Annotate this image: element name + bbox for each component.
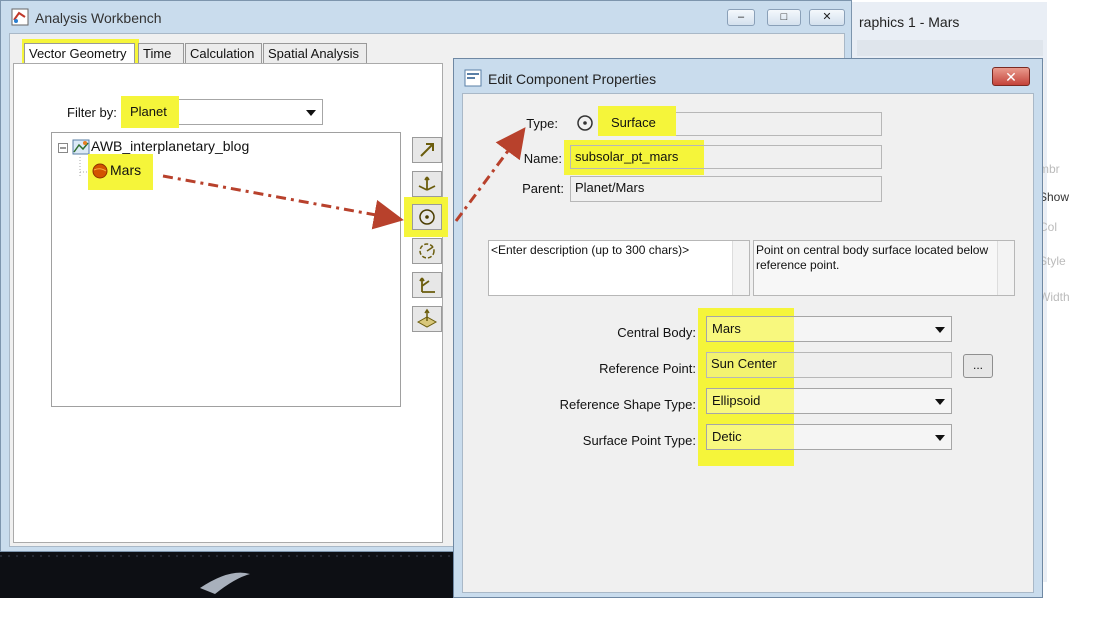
close-button[interactable]: ✕ [809, 9, 845, 26]
planet-mars-icon [92, 163, 108, 179]
tree-item-mars[interactable]: Mars [110, 162, 141, 178]
reference-shape-select[interactable]: Ellipsoid [706, 388, 952, 414]
earth-limb-icon [0, 555, 460, 594]
graphics-window-title: raphics 1 - Mars [859, 14, 960, 30]
central-body-label: Central Body: [617, 325, 696, 340]
surface-point-select[interactable]: Detic [706, 424, 952, 450]
tab-time[interactable]: Time [138, 43, 184, 64]
minimize-button[interactable]: – [727, 9, 755, 26]
side-label: Show [1039, 190, 1070, 204]
surface-point-value: Detic [712, 429, 742, 444]
scrollbar[interactable] [732, 241, 749, 295]
description-info: Point on central body surface located be… [753, 240, 1015, 296]
dialog-title: Edit Component Properties [488, 71, 657, 87]
description-input[interactable]: <Enter description (up to 300 chars)> [488, 240, 750, 296]
filter-select[interactable]: Planet [121, 96, 323, 128]
point-type-icon [577, 115, 593, 131]
surface-point-label: Surface Point Type: [582, 433, 696, 448]
reference-point-label: Reference Point: [599, 361, 696, 376]
maximize-button[interactable]: □ [767, 9, 801, 26]
vector-icon[interactable] [412, 137, 442, 163]
type-label: Type: [526, 116, 558, 131]
plane-icon[interactable] [412, 306, 442, 332]
tab-vector-geometry[interactable]: Vector Geometry [24, 43, 135, 64]
side-label: Style [1039, 254, 1066, 268]
chevron-down-icon [306, 110, 316, 116]
filter-value: Planet [130, 104, 167, 119]
tree-root-label[interactable]: AWB_interplanetary_blog [91, 138, 249, 154]
axes-icon[interactable] [412, 171, 442, 197]
window-title: Analysis Workbench [35, 10, 162, 26]
reference-shape-value: Ellipsoid [712, 393, 761, 408]
space-view [0, 548, 460, 598]
reference-point-browse-button[interactable]: ... [963, 354, 993, 378]
name-label: Name: [523, 151, 562, 166]
name-value: subsolar_pt_mars [575, 149, 679, 164]
graphics-toolbar[interactable] [857, 40, 1043, 56]
point-icon[interactable] [412, 204, 442, 230]
parent-value: Planet/Mars [575, 180, 645, 195]
parent-field: Planet/Mars [570, 176, 882, 202]
parent-label: Parent: [522, 181, 564, 196]
angle-icon[interactable] [412, 238, 442, 264]
name-input[interactable]: subsolar_pt_mars [570, 145, 882, 169]
tab-calculation[interactable]: Calculation [185, 43, 262, 64]
reference-point-field: Sun Center [706, 352, 952, 378]
description-placeholder: <Enter description (up to 300 chars)> [491, 243, 690, 257]
dialog-close-button[interactable]: ✕ [992, 67, 1030, 86]
chevron-down-icon [935, 435, 945, 441]
tab-spatial-analysis[interactable]: Spatial Analysis [263, 43, 367, 64]
reference-shape-label: Reference Shape Type: [559, 397, 696, 412]
filter-label: Filter by: [67, 105, 117, 120]
type-value: Surface [611, 115, 656, 130]
system-icon[interactable] [412, 272, 442, 298]
side-label: Width [1039, 290, 1070, 304]
chevron-down-icon [935, 327, 945, 333]
scrollbar[interactable] [997, 241, 1014, 295]
component-tree[interactable]: AWB_interplanetary_blog Mars [51, 132, 401, 407]
description-info-text: Point on central body surface located be… [756, 243, 989, 272]
workbench-logo-icon [11, 8, 29, 26]
dialog-icon [464, 69, 482, 87]
chevron-down-icon [935, 399, 945, 405]
central-body-value: Mars [712, 321, 741, 336]
central-body-select[interactable]: Mars [706, 316, 952, 342]
reference-point-value: Sun Center [711, 356, 777, 371]
